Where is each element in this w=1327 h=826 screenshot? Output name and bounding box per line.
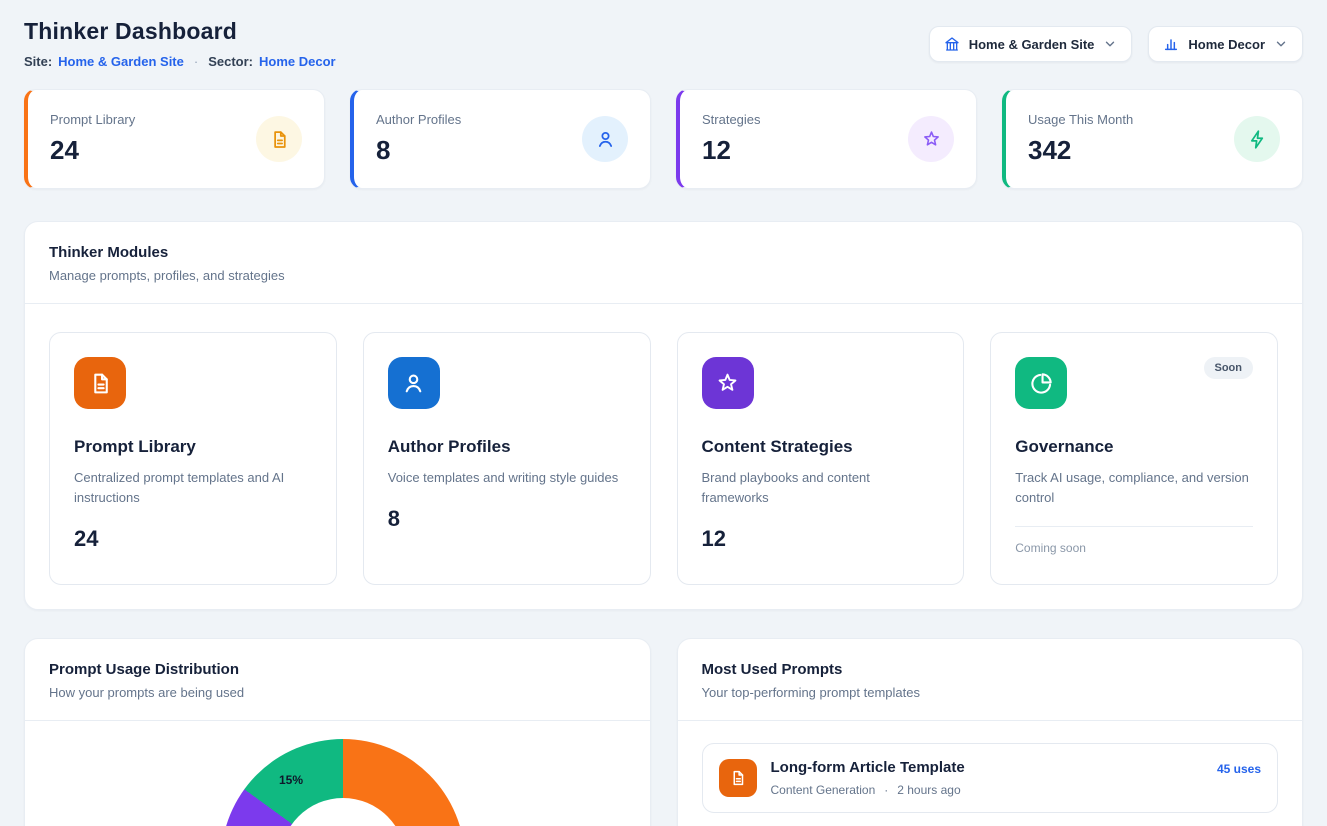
chevron-down-icon — [1274, 37, 1288, 51]
list-item[interactable]: Long-form Article Template Content Gener… — [702, 743, 1279, 813]
sector-link[interactable]: Home Decor — [259, 54, 336, 69]
modules-header: Thinker Modules Manage prompts, profiles… — [25, 222, 1302, 303]
prompt-uses-badge: 45 uses — [1217, 762, 1261, 776]
sparkle-icon — [702, 357, 754, 409]
stat-text: Prompt Library 24 — [50, 112, 135, 166]
bar-chart-icon — [1163, 36, 1179, 52]
stat-card-usage: Usage This Month 342 — [1002, 89, 1303, 189]
module-title: Content Strategies — [702, 437, 940, 457]
usage-distribution-panel: Prompt Usage Distribution How your promp… — [24, 638, 651, 826]
donut-hole — [280, 798, 406, 826]
stat-label: Usage This Month — [1028, 112, 1133, 127]
usage-panel-title: Prompt Usage Distribution — [49, 661, 626, 678]
module-title: Author Profiles — [388, 437, 626, 457]
file-text-icon — [719, 759, 757, 797]
file-text-icon — [74, 357, 126, 409]
pie-chart-icon — [1015, 357, 1067, 409]
prompts-panel-subtitle: Your top-performing prompt templates — [702, 685, 1279, 700]
site-label: Site: — [24, 54, 52, 69]
bottom-row: Prompt Usage Distribution How your promp… — [24, 638, 1303, 826]
modules-subtitle: Manage prompts, profiles, and strategies — [49, 268, 1278, 283]
soon-badge: Soon — [1204, 357, 1254, 379]
sector-dropdown[interactable]: Home Decor — [1148, 26, 1303, 62]
module-count: 24 — [74, 526, 312, 552]
breadcrumb: Site: Home & Garden Site · Sector: Home … — [24, 54, 336, 69]
donut-slice-label: 15% — [279, 773, 303, 787]
module-card-content-strategies[interactable]: Content Strategies Brand playbooks and c… — [677, 332, 965, 585]
header: Thinker Dashboard Site: Home & Garden Si… — [24, 18, 1303, 69]
usage-donut: 15% — [221, 739, 465, 826]
header-left: Thinker Dashboard Site: Home & Garden Si… — [24, 18, 336, 69]
thinker-modules-panel: Thinker Modules Manage prompts, profiles… — [24, 221, 1303, 610]
page-title: Thinker Dashboard — [24, 18, 336, 45]
person-icon — [388, 357, 440, 409]
module-description: Voice templates and writing style guides — [388, 468, 626, 488]
module-count: 12 — [702, 526, 940, 552]
stat-text: Usage This Month 342 — [1028, 112, 1133, 166]
site-link[interactable]: Home & Garden Site — [58, 54, 184, 69]
meta-separator: · — [884, 783, 888, 797]
file-text-icon — [256, 116, 302, 162]
usage-panel-subtitle: How your prompts are being used — [49, 685, 626, 700]
stat-card-strategies: Strategies 12 — [676, 89, 977, 189]
dashboard-page: Thinker Dashboard Site: Home & Garden Si… — [0, 0, 1327, 826]
stat-text: Strategies 12 — [702, 112, 761, 166]
stat-card-author-profiles: Author Profiles 8 — [350, 89, 651, 189]
sector-label: Sector: — [208, 54, 253, 69]
module-description: Centralized prompt templates and AI inst… — [74, 468, 312, 508]
module-card-governance[interactable]: Soon Governance Track AI usage, complian… — [990, 332, 1278, 585]
stat-label: Prompt Library — [50, 112, 135, 127]
divider — [1015, 526, 1253, 527]
breadcrumb-separator: · — [194, 54, 198, 69]
stat-value: 8 — [376, 135, 461, 166]
prompt-category: Content Generation — [771, 783, 876, 797]
module-top-row: Soon — [1015, 357, 1253, 409]
stat-text: Author Profiles 8 — [376, 112, 461, 166]
prompts-panel-title: Most Used Prompts — [702, 661, 1279, 678]
stat-card-prompt-library: Prompt Library 24 — [24, 89, 325, 189]
bolt-icon — [1234, 116, 1280, 162]
usage-panel-header: Prompt Usage Distribution How your promp… — [25, 639, 650, 720]
modules-title: Thinker Modules — [49, 244, 1278, 261]
stat-label: Author Profiles — [376, 112, 461, 127]
prompt-meta: Content Generation · 2 hours ago — [771, 783, 1203, 797]
sparkle-icon — [908, 116, 954, 162]
stat-value: 12 — [702, 135, 761, 166]
prompt-list: Long-form Article Template Content Gener… — [678, 721, 1303, 826]
site-dropdown-label: Home & Garden Site — [969, 37, 1095, 52]
module-card-author-profiles[interactable]: Author Profiles Voice templates and writ… — [363, 332, 651, 585]
module-card-prompt-library[interactable]: Prompt Library Centralized prompt templa… — [49, 332, 337, 585]
stat-label: Strategies — [702, 112, 761, 127]
modules-cards: Prompt Library Centralized prompt templa… — [25, 304, 1302, 609]
sector-dropdown-label: Home Decor — [1188, 37, 1265, 52]
prompt-body: Long-form Article Template Content Gener… — [771, 759, 1203, 797]
person-icon — [582, 116, 628, 162]
stats-row: Prompt Library 24 Author Profiles 8 Stra… — [24, 89, 1303, 189]
usage-chart: 15% — [25, 721, 650, 826]
stat-value: 24 — [50, 135, 135, 166]
coming-soon-text: Coming soon — [1015, 541, 1253, 555]
module-title: Governance — [1015, 437, 1253, 457]
module-description: Track AI usage, compliance, and version … — [1015, 468, 1253, 508]
module-count: 8 — [388, 506, 626, 532]
site-dropdown[interactable]: Home & Garden Site — [929, 26, 1133, 62]
module-title: Prompt Library — [74, 437, 312, 457]
most-used-prompts-panel: Most Used Prompts Your top-performing pr… — [677, 638, 1304, 826]
header-actions: Home & Garden Site Home Decor — [929, 26, 1303, 62]
building-icon — [944, 36, 960, 52]
module-description: Brand playbooks and content frameworks — [702, 468, 940, 508]
stat-value: 342 — [1028, 135, 1133, 166]
prompt-title: Long-form Article Template — [771, 759, 1203, 776]
prompts-panel-header: Most Used Prompts Your top-performing pr… — [678, 639, 1303, 720]
chevron-down-icon — [1103, 37, 1117, 51]
prompt-time: 2 hours ago — [897, 783, 960, 797]
